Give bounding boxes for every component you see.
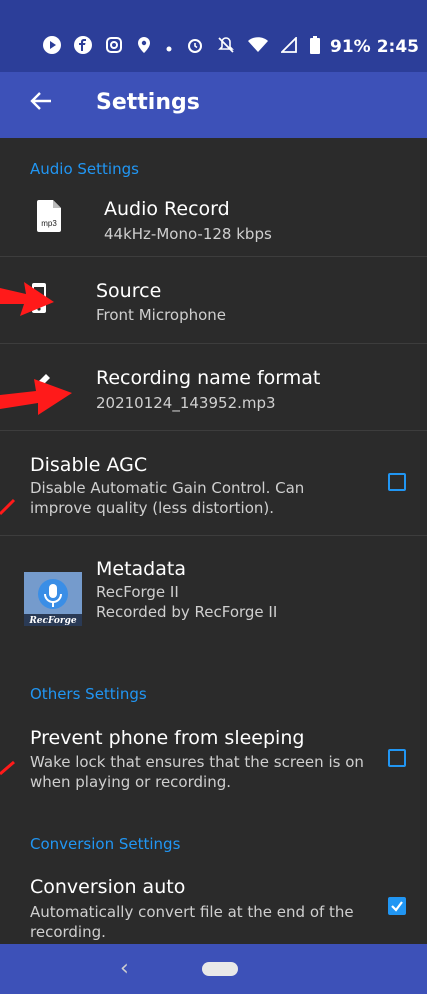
annotation-arrow-prevent-sleep	[0, 760, 15, 776]
play-icon	[43, 36, 61, 58]
facebook-icon	[74, 36, 92, 58]
navigation-bar: ‹	[0, 944, 427, 994]
disable-agc-subtitle: Disable Automatic Gain Control. Can impr…	[30, 479, 305, 517]
section-header-audio: Audio Settings	[30, 160, 139, 178]
instagram-icon	[105, 36, 123, 58]
conversion-auto-subtitle: Automatically convert file at the end of…	[30, 903, 354, 941]
mp3-file-icon: mp3	[37, 200, 61, 236]
annotation-arrow-source	[0, 282, 54, 316]
home-pill-icon[interactable]	[202, 962, 238, 976]
prevent-sleep-subtitle: Wake lock that ensures that the screen i…	[30, 753, 364, 791]
prevent-sleep-checkbox[interactable]	[388, 749, 406, 767]
clock: 2:45	[376, 37, 419, 57]
annotation-arrow-disable-agc	[0, 498, 16, 516]
name-format-title: Recording name format	[96, 367, 321, 389]
recforge-logo-icon: RecForge	[24, 572, 82, 626]
setting-prevent-sleep[interactable]: Prevent phone from sleeping Wake lock th…	[0, 712, 427, 816]
disable-agc-checkbox[interactable]	[388, 473, 406, 491]
signal-icon	[279, 35, 297, 57]
prevent-sleep-title: Prevent phone from sleeping	[30, 727, 305, 749]
back-button[interactable]	[30, 90, 52, 117]
status-icons	[43, 35, 320, 58]
conversion-auto-title: Conversion auto	[30, 876, 186, 898]
conversion-auto-checkbox[interactable]	[388, 897, 406, 915]
setting-disable-agc[interactable]: Disable AGC Disable Automatic Gain Contr…	[0, 431, 427, 535]
status-bar: 91% 2:45	[0, 0, 427, 72]
location-icon	[136, 36, 152, 58]
name-format-subtitle: 20210124_143952.mp3	[96, 394, 276, 412]
svg-text:mp3: mp3	[41, 219, 57, 228]
dot-icon	[165, 38, 173, 57]
wifi-icon	[248, 37, 268, 57]
setting-source[interactable]: Source Front Microphone	[0, 257, 427, 343]
battery-percent: 91%	[330, 37, 371, 57]
chevron-left-icon[interactable]: ‹	[120, 956, 129, 981]
alarm-icon	[186, 36, 204, 58]
section-header-conversion: Conversion Settings	[30, 835, 181, 853]
app-bar: Settings	[0, 72, 427, 138]
source-subtitle: Front Microphone	[96, 306, 227, 324]
source-title: Source	[96, 280, 162, 302]
disable-agc-title: Disable AGC	[30, 454, 148, 476]
status-indicators: 91% 2:45	[43, 35, 419, 58]
setting-conversion-auto[interactable]: Conversion auto Automatically convert fi…	[0, 864, 427, 944]
settings-list[interactable]: Audio Settings mp3 Audio Record 44kHz-Mo…	[0, 138, 427, 944]
section-header-others: Others Settings	[30, 685, 147, 703]
metadata-subtitle-recorded-by: Recorded by RecForge II	[96, 603, 278, 621]
checkmark-icon	[391, 901, 403, 912]
page-title: Settings	[96, 90, 200, 115]
audio-record-title: Audio Record	[104, 198, 230, 220]
audio-record-subtitle: 44kHz-Mono-128 kbps	[104, 225, 272, 243]
metadata-subtitle-app: RecForge II	[96, 583, 179, 601]
mute-icon	[217, 36, 235, 58]
metadata-title: Metadata	[96, 558, 186, 580]
annotation-arrow-name-format	[0, 379, 72, 415]
arrow-left-icon	[30, 92, 51, 110]
svg-text:RecForge: RecForge	[28, 616, 77, 626]
battery-icon	[310, 36, 320, 58]
setting-audio-record[interactable]: mp3 Audio Record 44kHz-Mono-128 kbps	[0, 186, 427, 256]
setting-metadata[interactable]: RecForge Metadata RecForge II Recorded b…	[0, 536, 427, 646]
